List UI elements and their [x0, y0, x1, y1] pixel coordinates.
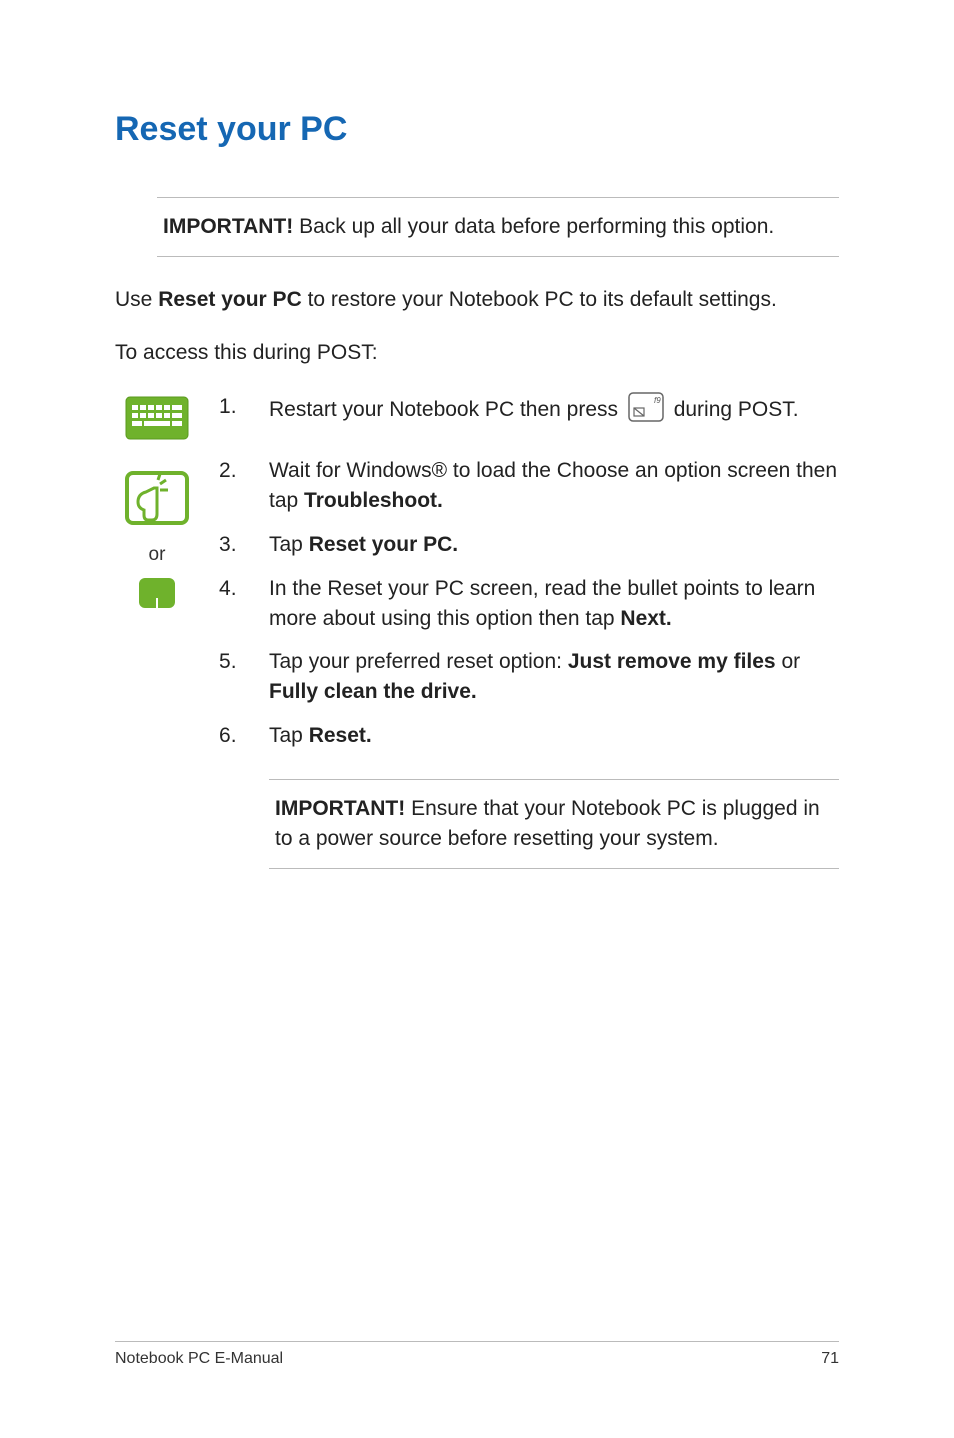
step-5-bold1: Just remove my files	[568, 650, 776, 673]
step-3: Tap Reset your PC.	[209, 530, 839, 560]
step-6-bold: Reset.	[309, 724, 372, 747]
step-1: Restart your Notebook PC then press f9 d…	[209, 392, 839, 431]
step-6: Tap Reset. IMPORTANT! Ensure that your N…	[209, 721, 839, 868]
step-5: Tap your preferred reset option: Just re…	[209, 647, 839, 707]
important-note-bottom: IMPORTANT! Ensure that your Notebook PC …	[269, 779, 839, 869]
important-label: IMPORTANT!	[163, 215, 293, 238]
section-heading: Reset your PC	[115, 110, 839, 149]
important-note-top: IMPORTANT! Back up all your data before …	[157, 197, 839, 257]
f9-key-icon: f9	[628, 392, 664, 431]
step-5-bold2: Fully clean the drive.	[269, 680, 477, 703]
step-3-pre: Tap	[269, 533, 309, 556]
step-1-pre: Restart your Notebook PC then press	[269, 398, 624, 421]
intro-pre: Use	[115, 288, 158, 311]
step-4-bold: Next.	[620, 607, 671, 630]
intro-post: to restore your Notebook PC to its defau…	[302, 288, 777, 311]
intro-paragraph: Use Reset your PC to restore your Notebo…	[115, 285, 839, 314]
important-label-2: IMPORTANT!	[275, 797, 405, 820]
touchpad-icon	[115, 576, 199, 610]
step-2: Wait for Windows® to load the Choose an …	[209, 456, 839, 516]
step-5-mid: or	[776, 650, 801, 673]
footer-left: Notebook PC E-Manual	[115, 1350, 283, 1368]
touch-icon	[115, 470, 199, 534]
footer-page-number: 71	[821, 1350, 839, 1368]
step-2-bold: Troubleshoot.	[304, 489, 443, 512]
step-1-post: during POST.	[674, 398, 799, 421]
step-3-bold: Reset your PC.	[309, 533, 458, 556]
step-6-pre: Tap	[269, 724, 309, 747]
step-4: In the Reset your PC screen, read the bu…	[209, 574, 839, 634]
svg-text:f9: f9	[654, 396, 661, 405]
intro-bold: Reset your PC	[158, 288, 302, 311]
keyboard-icon	[115, 396, 199, 440]
step-4-pre: In the Reset your PC screen, read the bu…	[269, 577, 815, 630]
intro-2: To access this during POST:	[115, 338, 839, 367]
step-5-pre: Tap your preferred reset option:	[269, 650, 568, 673]
or-label: or	[115, 544, 199, 566]
important-text: Back up all your data before performing …	[293, 215, 774, 238]
